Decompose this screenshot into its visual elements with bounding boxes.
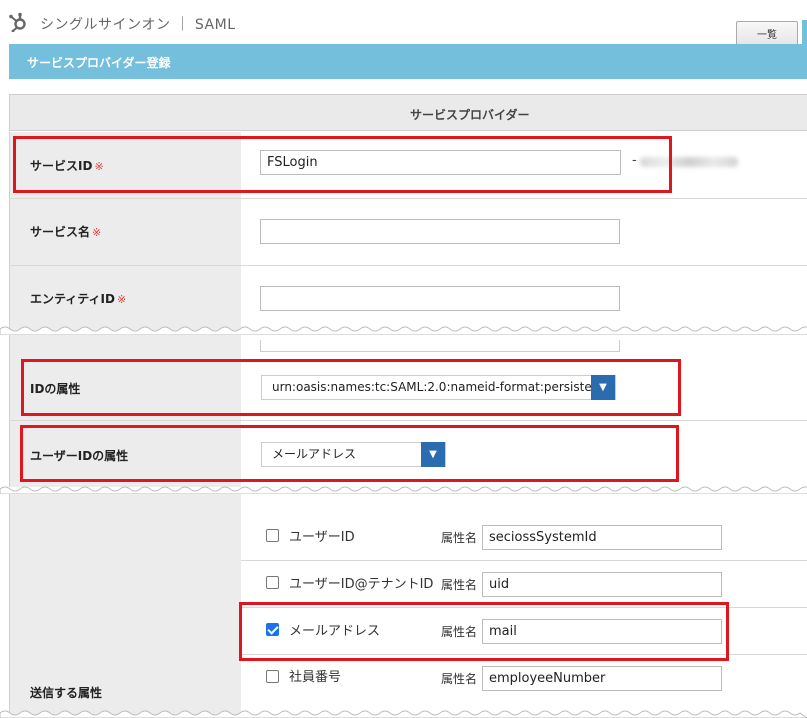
highlight-box-user-id-attribute xyxy=(20,425,679,482)
tab-accent-strip xyxy=(802,20,807,46)
send-attributes-label: 送信する属性 xyxy=(30,686,103,700)
attribute-name: ユーザーID@テナントID xyxy=(289,577,434,592)
send-attributes-label-cell: 送信する属性 xyxy=(10,494,241,718)
attribute-name-input[interactable] xyxy=(482,666,722,691)
entity-id-input[interactable] xyxy=(260,286,620,311)
torn-edge-divider xyxy=(0,326,807,335)
attribute-checkbox[interactable] xyxy=(266,576,279,589)
table-header: サービスプロバイダー xyxy=(9,94,807,131)
list-button[interactable]: 一覧 xyxy=(736,21,798,44)
attribute-name-input[interactable] xyxy=(482,572,722,597)
section-title: サービスプロバイダー登録 xyxy=(27,56,171,70)
entity-id-label-cell: エンティティID ※ xyxy=(10,266,241,330)
attribute-name-input[interactable] xyxy=(482,525,722,550)
attribute-name: 社員番号 xyxy=(289,670,342,685)
torn-edge-divider xyxy=(0,710,807,718)
attribute-item: ユーザーID@テナントID 属性名 xyxy=(241,561,807,608)
attribute-name: ユーザーID xyxy=(289,530,355,545)
previous-input-edge xyxy=(260,340,620,352)
app-logo-icon xyxy=(9,12,26,32)
top-bar: シングルサインオン ｜ SAML 一覧 xyxy=(0,0,807,46)
service-name-label-cell: サービス名 ※ xyxy=(10,199,241,265)
service-name-input[interactable] xyxy=(260,219,620,244)
attribute-prop-label: 属性名 xyxy=(441,578,478,592)
attribute-checkbox[interactable] xyxy=(266,529,279,542)
attribute-prop-label: 属性名 xyxy=(441,672,478,686)
app-title: シングルサインオン ｜ SAML xyxy=(40,17,236,33)
highlight-box-mail-attribute xyxy=(239,602,729,661)
table-header-label: サービスプロバイダー xyxy=(410,108,530,122)
highlight-box-id-attribute xyxy=(21,359,681,416)
required-mark: ※ xyxy=(117,293,127,306)
torn-edge-divider xyxy=(0,486,807,494)
section-title-bar: サービスプロバイダー登録 xyxy=(9,44,807,79)
attribute-checkbox[interactable] xyxy=(266,670,279,683)
highlight-box-service-id xyxy=(13,136,672,193)
entity-id-label: エンティティID xyxy=(30,292,115,306)
required-mark: ※ xyxy=(92,226,102,239)
service-name-label: サービス名 xyxy=(30,225,91,239)
attribute-item: ユーザーID 属性名 xyxy=(241,514,807,561)
attribute-prop-label: 属性名 xyxy=(441,531,478,545)
attribute-item: 社員番号 属性名 xyxy=(241,655,807,702)
